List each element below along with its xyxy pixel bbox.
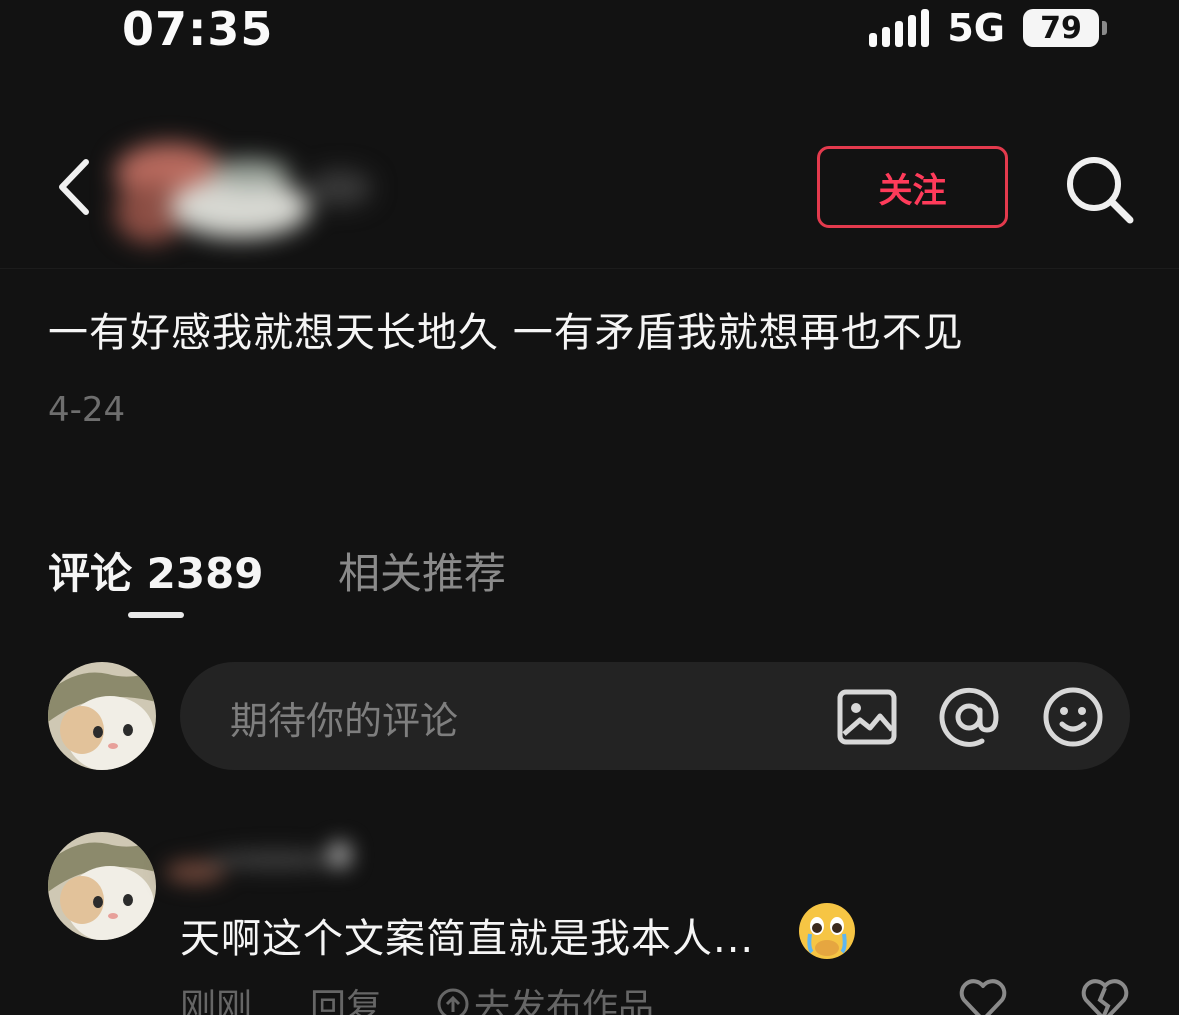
network-type: 5G [947, 6, 1005, 50]
upload-circle-icon [437, 988, 469, 1015]
status-time: 07:35 [122, 2, 274, 56]
tab-related[interactable]: 相关推荐 [338, 540, 506, 601]
comment-text: 天啊这个文案简直就是我本人... [180, 916, 755, 962]
mention-button[interactable] [936, 684, 1002, 750]
tab-comments[interactable]: 评论 2389 [48, 540, 264, 601]
reply-button[interactable]: 回复 [310, 978, 382, 1015]
status-indicators: 5G 79 [869, 6, 1107, 50]
battery-icon: 79 [1023, 9, 1107, 47]
search-icon [1067, 157, 1134, 224]
emoji-button[interactable] [1040, 684, 1106, 750]
cat-avatar-image [48, 832, 156, 940]
search-button[interactable] [1060, 150, 1140, 230]
commenter-name-blurred[interactable] [165, 830, 365, 890]
image-icon [837, 689, 897, 745]
back-button[interactable] [50, 152, 110, 222]
crying-face-emoji [799, 903, 855, 959]
heart-icon[interactable] [958, 978, 1008, 1015]
comment-input[interactable]: 期待你的评论 [180, 662, 1130, 770]
back-icon [59, 159, 89, 215]
commenter-avatar[interactable] [48, 832, 156, 940]
header-divider [0, 268, 1179, 269]
author-avatar-blurred[interactable] [110, 128, 380, 258]
active-tab-indicator [128, 612, 184, 618]
signal-icon [869, 9, 930, 47]
publish-work-button[interactable]: 去发布作品 [436, 978, 654, 1015]
follow-button[interactable]: 关注 [817, 146, 1008, 228]
battery-level: 79 [1040, 10, 1082, 46]
comment-placeholder: 期待你的评论 [230, 699, 459, 743]
post-title: 一有好感我就想天长地久 一有矛盾我就想再也不见 [48, 310, 964, 356]
image-button[interactable] [834, 684, 900, 750]
avatar[interactable] [48, 662, 156, 770]
at-icon [939, 687, 999, 747]
cat-avatar-image [48, 662, 156, 770]
emoji-icon [1043, 687, 1103, 747]
post-date: 4-24 [48, 390, 126, 430]
broken-heart-icon[interactable] [1080, 978, 1130, 1015]
comment-time: 刚刚 [180, 987, 253, 1015]
publish-work-label: 去发布作品 [474, 987, 655, 1015]
